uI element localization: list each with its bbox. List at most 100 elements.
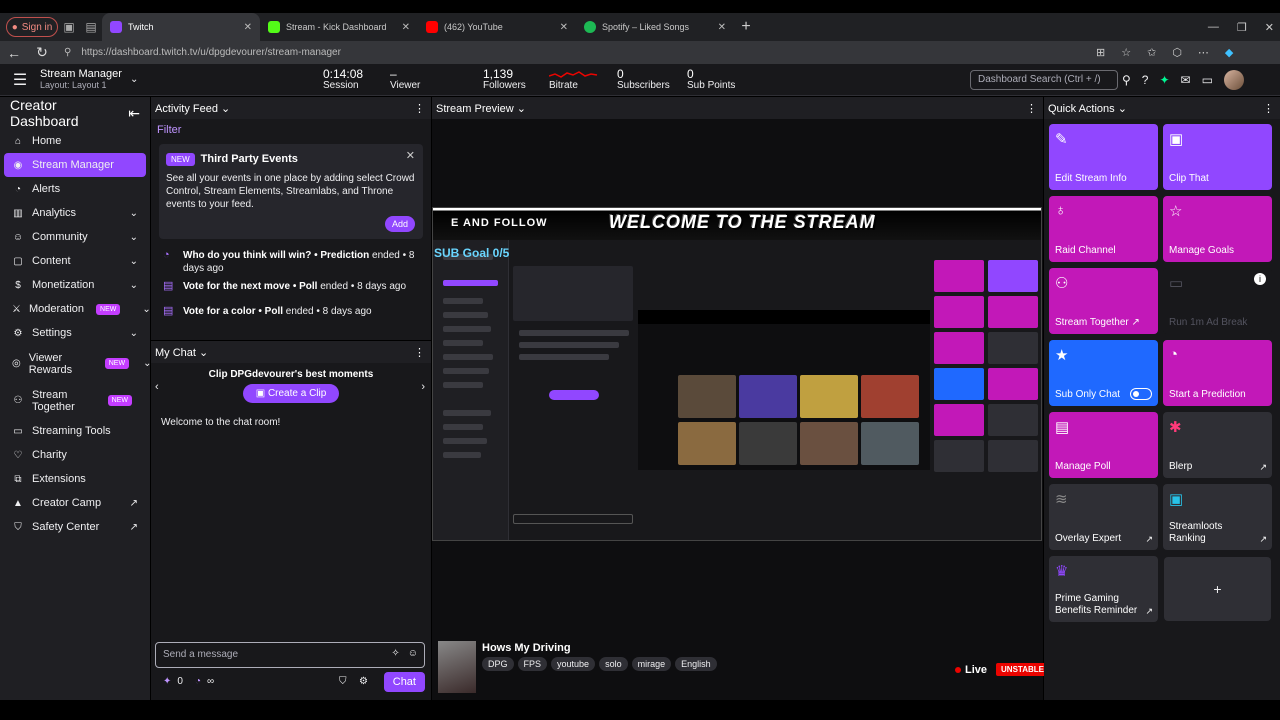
channel-points-icon[interactable]: ✦ [1159, 73, 1169, 87]
quick-action-manage-poll[interactable]: ▤ Manage Poll [1049, 412, 1158, 478]
sidebar-item-content[interactable]: ▢ Content ⌄ [0, 249, 150, 273]
reload-icon[interactable]: ↻ [28, 44, 56, 61]
sidebar-item-safety-center[interactable]: ⛉ Safety Center ↗ [0, 515, 150, 539]
video-player[interactable]: E AND FOLLOW WELCOME TO THE STREAM SUB G… [432, 207, 1042, 541]
browser-tab-kick[interactable]: Stream - Kick Dashboard ✕ [260, 13, 418, 41]
stream-preview-title[interactable]: Stream Preview ⌄ [436, 102, 526, 115]
chevron-left-icon[interactable]: ‹ [155, 381, 159, 393]
quick-action-streamloots-ranking[interactable]: ▣ Streamloots Ranking ↗ [1163, 484, 1272, 550]
close-tab-icon[interactable]: ✕ [560, 22, 568, 33]
sub-only-toggle[interactable] [1130, 388, 1152, 400]
channel-points-icon[interactable]: ✦ [163, 676, 171, 687]
sidebar-item-analytics[interactable]: ▥ Analytics ⌄ [0, 201, 150, 225]
profile-button[interactable]: ● Sign in [6, 17, 58, 37]
add-quick-action-button[interactable]: + [1164, 557, 1271, 621]
quick-action-overlay-expert[interactable]: ≋ Overlay Expert ↗ [1049, 484, 1158, 550]
avatar[interactable] [1223, 70, 1244, 90]
browser-tab-youtube[interactable]: (462) YouTube ✕ [418, 13, 576, 41]
quick-action-prime-gaming-reminder[interactable]: ♛ Prime Gaming Benefits Reminder ↗ [1049, 556, 1158, 622]
stream-thumbnail[interactable] [438, 641, 476, 693]
quick-action-clip-that[interactable]: ▣ Clip That [1163, 124, 1272, 190]
minimize-icon[interactable]: — [1208, 21, 1219, 33]
inbox-icon[interactable]: ✉ [1181, 73, 1191, 87]
menu-icon[interactable]: ☰ [0, 70, 40, 90]
chevron-right-icon[interactable]: › [421, 381, 425, 393]
sidebar-item-creator-camp[interactable]: ▲ Creator Camp ↗ [0, 491, 150, 515]
more-options-icon[interactable]: ⋮ [414, 346, 425, 359]
tab-actions-icon[interactable]: ▤ [80, 20, 102, 34]
browser-tab-spotify[interactable]: Spotify – Liked Songs ✕ [576, 13, 734, 41]
collapse-sidebar-icon[interactable]: ⇤ [128, 105, 140, 122]
filter-link[interactable]: Filter [151, 119, 431, 136]
search-icon[interactable]: ⚲ [1122, 73, 1131, 87]
chat-settings-icon[interactable]: ⚙ [359, 676, 368, 687]
sidebar-item-moderation[interactable]: ⚔ Moderation NEW ⌄ [0, 297, 151, 321]
quick-action-blerp[interactable]: ✱ Blerp ↗ [1163, 412, 1272, 478]
sidebar-item-charity[interactable]: ♡ Charity [0, 443, 150, 467]
close-tab-icon[interactable]: ✕ [402, 22, 410, 33]
chat-send-button[interactable]: Chat [383, 672, 425, 692]
list-item[interactable]: ▤ Vote for the next move • Poll ended • 8… [151, 280, 431, 293]
create-clip-button[interactable]: ▣ Create a Clip [242, 384, 340, 403]
quick-actions-title[interactable]: Quick Actions ⌄ [1048, 102, 1127, 115]
more-options-icon[interactable]: ⋮ [414, 102, 425, 115]
sidebar-item-viewer-rewards[interactable]: ◎ Viewer Rewards NEW ⌄ [0, 345, 151, 382]
extensions-icon[interactable]: ⬡ [1172, 46, 1182, 59]
list-item[interactable]: ▤ Vote for a color • Poll ended • 8 days … [151, 305, 431, 318]
quick-action-manage-goals[interactable]: ☆ Manage Goals [1163, 196, 1272, 262]
tag[interactable]: mirage [631, 657, 672, 671]
close-icon[interactable]: ✕ [406, 149, 415, 162]
new-tab-button[interactable]: + [734, 18, 758, 36]
workspaces-icon[interactable]: ▣ [58, 20, 80, 34]
sidebar-item-monetization[interactable]: $ Monetization ⌄ [0, 273, 150, 297]
sidebar-item-streaming-tools[interactable]: ▭ Streaming Tools [0, 419, 150, 443]
sidebar-item-home[interactable]: ⌂ Home [0, 129, 150, 153]
back-icon[interactable]: ← [0, 45, 28, 61]
more-icon[interactable]: ⋯ [1198, 46, 1209, 59]
tab-title: (462) YouTube [444, 22, 503, 32]
restore-icon[interactable]: ❐ [1237, 21, 1247, 34]
sidebar-item-settings[interactable]: ⚙ Settings ⌄ [0, 321, 150, 345]
quick-action-edit-stream-info[interactable]: ✎ Edit Stream Info [1049, 124, 1158, 190]
tag[interactable]: FPS [517, 657, 548, 671]
bits-icon[interactable]: ✧ [391, 648, 399, 659]
more-options-icon[interactable]: ⋮ [1026, 102, 1037, 115]
install-app-icon[interactable]: ⊞ [1096, 46, 1105, 59]
chevron-down-icon[interactable]: ⌄ [130, 74, 138, 85]
browser-tab-twitch[interactable]: Twitch ✕ [102, 13, 260, 41]
close-tab-icon[interactable]: ✕ [718, 22, 726, 33]
site-info-icon[interactable]: ⚲ [64, 47, 71, 58]
quick-action-start-prediction[interactable]: ◔ Start a Prediction [1163, 340, 1272, 406]
mod-shield-icon[interactable]: ⛉ [339, 676, 347, 687]
quick-action-sub-only-chat[interactable]: ★ Sub Only Chat [1049, 340, 1158, 406]
quick-action-stream-together[interactable]: ⚇ Stream Together ↗ [1049, 268, 1158, 334]
tag[interactable]: youtube [551, 657, 596, 671]
list-item[interactable]: ◔ Who do you think will win? • Prediction… [151, 249, 431, 275]
favorites-icon[interactable]: ✩ [1147, 46, 1156, 59]
sidebar-item-stream-manager[interactable]: ◉ Stream Manager [4, 153, 146, 177]
more-options-icon[interactable]: ⋮ [1263, 102, 1274, 115]
info-icon[interactable]: i [1254, 273, 1266, 285]
favorite-star-icon[interactable]: ☆ [1121, 46, 1131, 59]
whispers-icon[interactable]: ▭ [1202, 73, 1213, 87]
activity-feed-title[interactable]: Activity Feed ⌄ [155, 102, 230, 115]
sidebar-item-extensions[interactable]: ⧉ Extensions [0, 467, 150, 491]
sidebar-item-community[interactable]: ☺ Community ⌄ [0, 225, 150, 249]
close-window-icon[interactable]: ✕ [1265, 21, 1274, 34]
chat-input[interactable]: Send a message ✧ ☺ [155, 642, 425, 668]
dashboard-search-input[interactable]: Dashboard Search (Ctrl + /) [970, 70, 1118, 90]
quick-action-run-ad-break[interactable]: ▭ i Run 1m Ad Break [1163, 268, 1272, 334]
tag[interactable]: DPG [482, 657, 514, 671]
tag[interactable]: English [675, 657, 717, 671]
emote-icon[interactable]: ☺ [408, 648, 418, 659]
sidebar-item-alerts[interactable]: ◔ Alerts [0, 177, 150, 201]
tag[interactable]: solo [599, 657, 628, 671]
quick-action-raid-channel[interactable]: ♁ Raid Channel [1049, 196, 1158, 262]
sidebar-item-stream-together[interactable]: ⚇ Stream Together NEW [0, 382, 150, 419]
copilot-icon[interactable]: ◆ [1225, 46, 1233, 59]
close-tab-icon[interactable]: ✕ [244, 22, 252, 33]
add-button[interactable]: Add [384, 216, 415, 232]
address-bar[interactable]: ⚲ https://dashboard.twitch.tv/u/dpgdevour… [64, 43, 1084, 63]
help-icon[interactable]: ? [1142, 73, 1149, 87]
chat-title[interactable]: My Chat ⌄ [155, 346, 208, 359]
